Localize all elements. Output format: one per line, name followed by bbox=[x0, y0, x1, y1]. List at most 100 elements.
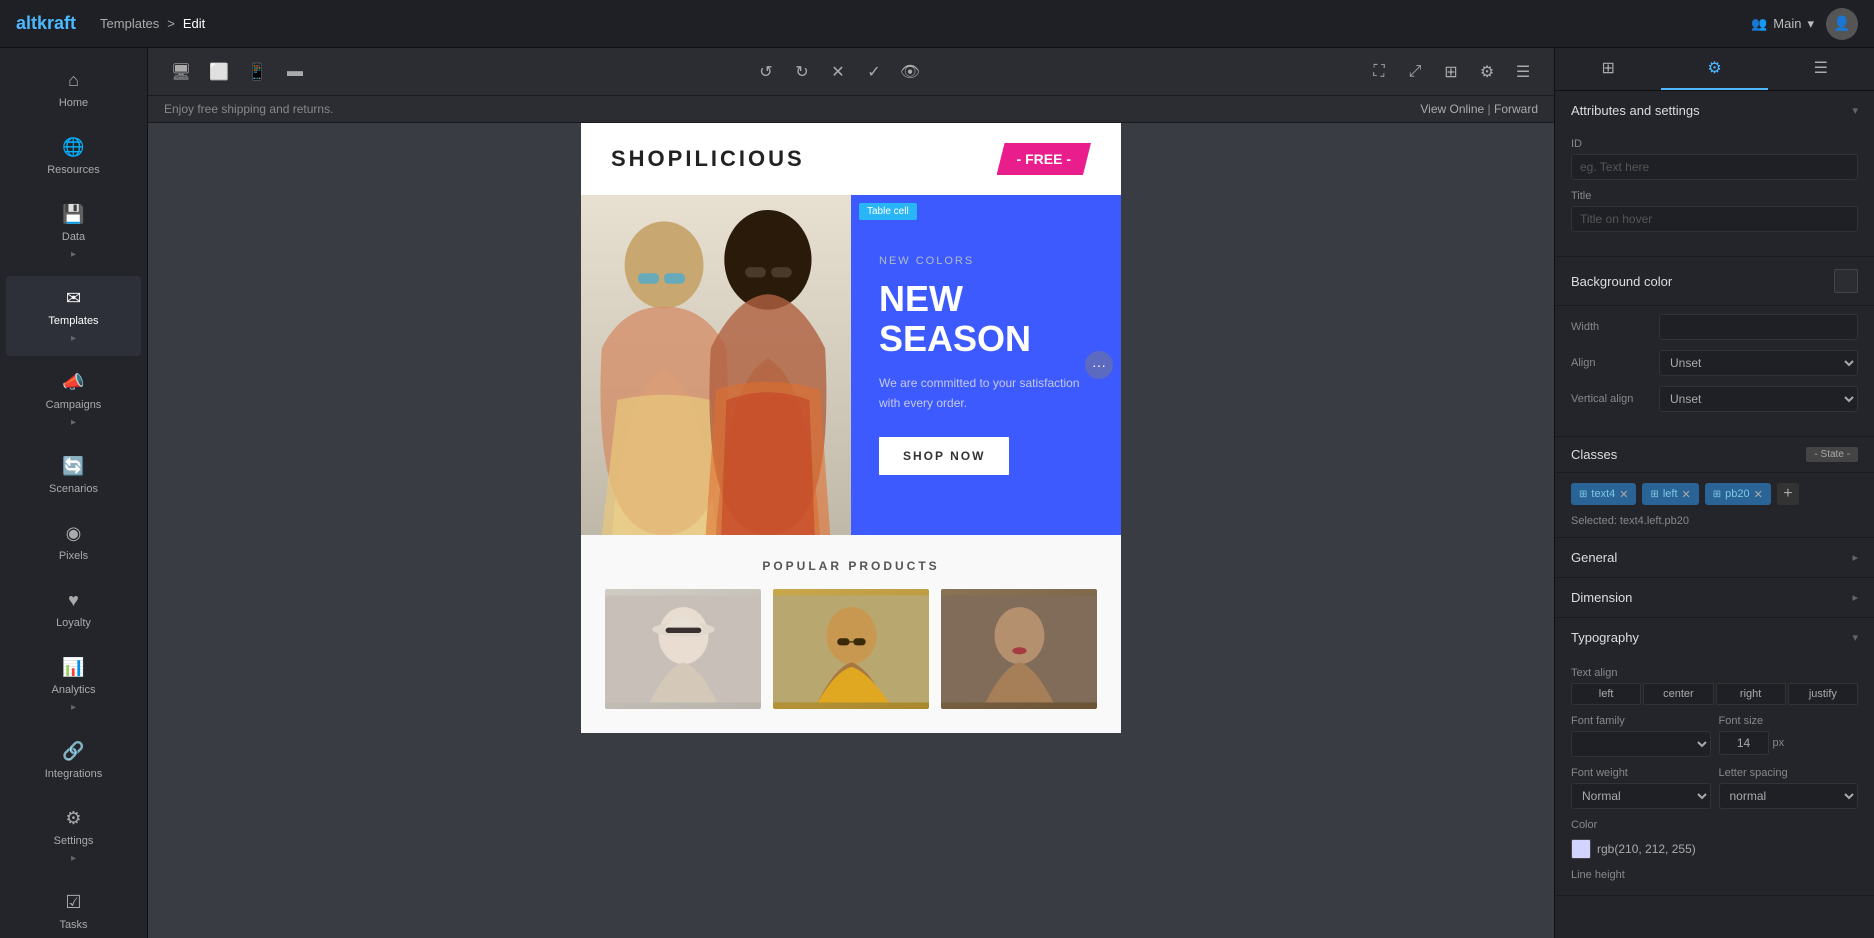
preview-button[interactable]: 👁 bbox=[895, 57, 925, 87]
vertical-align-label: Vertical align bbox=[1571, 393, 1651, 405]
arrow-icon: ▸ bbox=[71, 249, 76, 260]
cancel-button[interactable]: ✕ bbox=[823, 57, 853, 87]
product-item-2[interactable] bbox=[773, 589, 929, 709]
class-tag-text4[interactable]: ⊞ text4 ✕ bbox=[1571, 483, 1636, 505]
id-label: ID bbox=[1571, 138, 1858, 150]
avatar[interactable]: 👤 bbox=[1826, 8, 1858, 40]
product-image-2 bbox=[773, 589, 929, 709]
class-tag-add-button[interactable]: + bbox=[1777, 483, 1799, 505]
hero-more-button[interactable]: ··· bbox=[1085, 351, 1113, 379]
attributes-section-body: ID Title bbox=[1555, 130, 1874, 256]
background-color-header[interactable]: Background color bbox=[1555, 257, 1874, 305]
align-select[interactable]: Unset Left Center Right bbox=[1659, 350, 1858, 376]
font-size-input[interactable] bbox=[1719, 731, 1769, 755]
sidebar-item-integrations[interactable]: 🔗 Integrations bbox=[6, 729, 141, 792]
breadcrumb-parent[interactable]: Templates bbox=[100, 16, 159, 31]
hero-title: NEW SEASON bbox=[879, 279, 1093, 358]
panel-settings-button[interactable]: ⚙ bbox=[1472, 57, 1502, 87]
vertical-align-select[interactable]: Unset Top Middle Bottom bbox=[1659, 386, 1858, 412]
sidebar-item-scenarios[interactable]: 🔄 Scenarios bbox=[6, 444, 141, 507]
device-banner-button[interactable]: ▬ bbox=[278, 55, 312, 89]
chevron-right-icon: ▸ bbox=[1852, 591, 1858, 604]
user-group[interactable]: 👥 Main ▾ bbox=[1751, 16, 1814, 32]
popular-title: POPULAR PRODUCTS bbox=[605, 559, 1097, 573]
sidebar-item-campaigns[interactable]: 📣 Campaigns ▸ bbox=[6, 360, 141, 440]
sidebar-item-label: Pixels bbox=[59, 550, 88, 562]
class-tag-left[interactable]: ⊞ left ✕ bbox=[1642, 483, 1698, 505]
sidebar-item-data[interactable]: 💾 Data ▸ bbox=[6, 192, 141, 272]
tab-list[interactable]: ☰ bbox=[1768, 48, 1874, 90]
hero-cta-button[interactable]: SHOP NOW bbox=[879, 437, 1009, 475]
sidebar-item-settings[interactable]: ⚙ Settings ▸ bbox=[6, 796, 141, 876]
tab-grid[interactable]: ⊞ bbox=[1555, 48, 1661, 90]
id-input[interactable] bbox=[1571, 154, 1858, 180]
sidebar-item-analytics[interactable]: 📊 Analytics ▸ bbox=[6, 645, 141, 725]
logo: altkraft bbox=[16, 13, 76, 34]
class-tag-remove[interactable]: ✕ bbox=[1754, 488, 1763, 501]
product-item-1[interactable] bbox=[605, 589, 761, 709]
main-layout: ⌂ Home 🌐 Resources 💾 Data ▸ ✉ Templates … bbox=[0, 48, 1874, 938]
grid-view-button[interactable]: ⊞ bbox=[1436, 57, 1466, 87]
scenarios-icon: 🔄 bbox=[62, 456, 84, 477]
device-mobile-button[interactable]: 📱 bbox=[240, 55, 274, 89]
align-label: Align bbox=[1571, 357, 1651, 369]
state-dropdown[interactable]: - State - bbox=[1806, 447, 1858, 462]
tab-settings[interactable]: ⚙ bbox=[1661, 48, 1767, 90]
id-field: ID bbox=[1571, 138, 1858, 180]
typography-section-header[interactable]: Typography ▾ bbox=[1555, 618, 1874, 657]
redo-button[interactable]: ↻ bbox=[787, 57, 817, 87]
dimension-section-header[interactable]: Dimension ▸ bbox=[1555, 578, 1874, 617]
line-height-label: Line height bbox=[1571, 869, 1858, 881]
product-item-3[interactable] bbox=[941, 589, 1097, 709]
align-left-button[interactable]: left bbox=[1571, 683, 1641, 705]
background-color-swatch[interactable] bbox=[1834, 269, 1858, 293]
title-input[interactable] bbox=[1571, 206, 1858, 232]
email-canvas: SHOPILICIOUS - FREE - bbox=[581, 123, 1121, 733]
color-swatch[interactable] bbox=[1571, 839, 1591, 859]
class-tag-pb20[interactable]: ⊞ pb20 ✕ bbox=[1705, 483, 1771, 505]
popular-products-grid bbox=[605, 589, 1097, 709]
sidebar-item-resources[interactable]: 🌐 Resources bbox=[6, 125, 141, 188]
sidebar-item-templates[interactable]: ✉ Templates ▸ bbox=[6, 276, 141, 356]
letter-spacing-select[interactable]: normal bbox=[1719, 783, 1859, 809]
expand-button[interactable]: ⤢ bbox=[1400, 57, 1430, 87]
class-tag-remove[interactable]: ✕ bbox=[1682, 488, 1691, 501]
pixels-icon: ◉ bbox=[66, 523, 82, 544]
attributes-section-header[interactable]: Attributes and settings ▾ bbox=[1555, 91, 1874, 130]
home-icon: ⌂ bbox=[68, 70, 79, 91]
align-justify-button[interactable]: justify bbox=[1788, 683, 1858, 705]
align-right-button[interactable]: right bbox=[1716, 683, 1786, 705]
fullscreen-button[interactable]: ⛶ bbox=[1364, 57, 1394, 87]
align-center-button[interactable]: center bbox=[1643, 683, 1713, 705]
sidebar-item-home[interactable]: ⌂ Home bbox=[6, 58, 141, 121]
confirm-button[interactable]: ✓ bbox=[859, 57, 889, 87]
undo-button[interactable]: ↺ bbox=[751, 57, 781, 87]
chevron-down-icon: ▾ bbox=[1852, 104, 1858, 117]
sidebar-item-pixels[interactable]: ◉ Pixels bbox=[6, 511, 141, 574]
device-desktop-button[interactable]: 🖥 bbox=[164, 55, 198, 89]
forward-link[interactable]: Forward bbox=[1494, 102, 1538, 116]
integrations-icon: 🔗 bbox=[62, 741, 84, 762]
width-input[interactable] bbox=[1659, 314, 1858, 340]
grid-tab-icon: ⊞ bbox=[1601, 58, 1614, 78]
logo-text: altkraft bbox=[16, 13, 76, 34]
background-color-row bbox=[1834, 269, 1858, 293]
device-tablet-button[interactable]: ⬜ bbox=[202, 55, 236, 89]
general-section-header[interactable]: General ▸ bbox=[1555, 538, 1874, 577]
arrow-icon: ▸ bbox=[71, 333, 76, 344]
font-size-unit: px bbox=[1773, 737, 1785, 749]
sidebar-item-label: Settings bbox=[54, 835, 94, 847]
view-online-link[interactable]: View Online bbox=[1420, 102, 1484, 116]
list-view-button[interactable]: ☰ bbox=[1508, 57, 1538, 87]
globe-icon: 🌐 bbox=[62, 137, 84, 158]
font-family-select[interactable] bbox=[1571, 731, 1711, 757]
sidebar-item-loyalty[interactable]: ♥ Loyalty bbox=[6, 578, 141, 641]
right-panel-tabs: ⊞ ⚙ ☰ bbox=[1555, 48, 1874, 91]
email-free-badge: - FREE - bbox=[997, 143, 1091, 175]
classes-header: Classes - State - bbox=[1555, 437, 1874, 473]
class-tag-remove[interactable]: ✕ bbox=[1619, 488, 1628, 501]
campaigns-icon: 📣 bbox=[62, 372, 84, 393]
font-weight-select[interactable]: Normal Bold bbox=[1571, 783, 1711, 809]
sidebar-item-tasks[interactable]: ☑ Tasks bbox=[6, 880, 141, 938]
sidebar-bottom: ☑ Tasks ? Help ↗ ◀ bbox=[0, 878, 147, 938]
